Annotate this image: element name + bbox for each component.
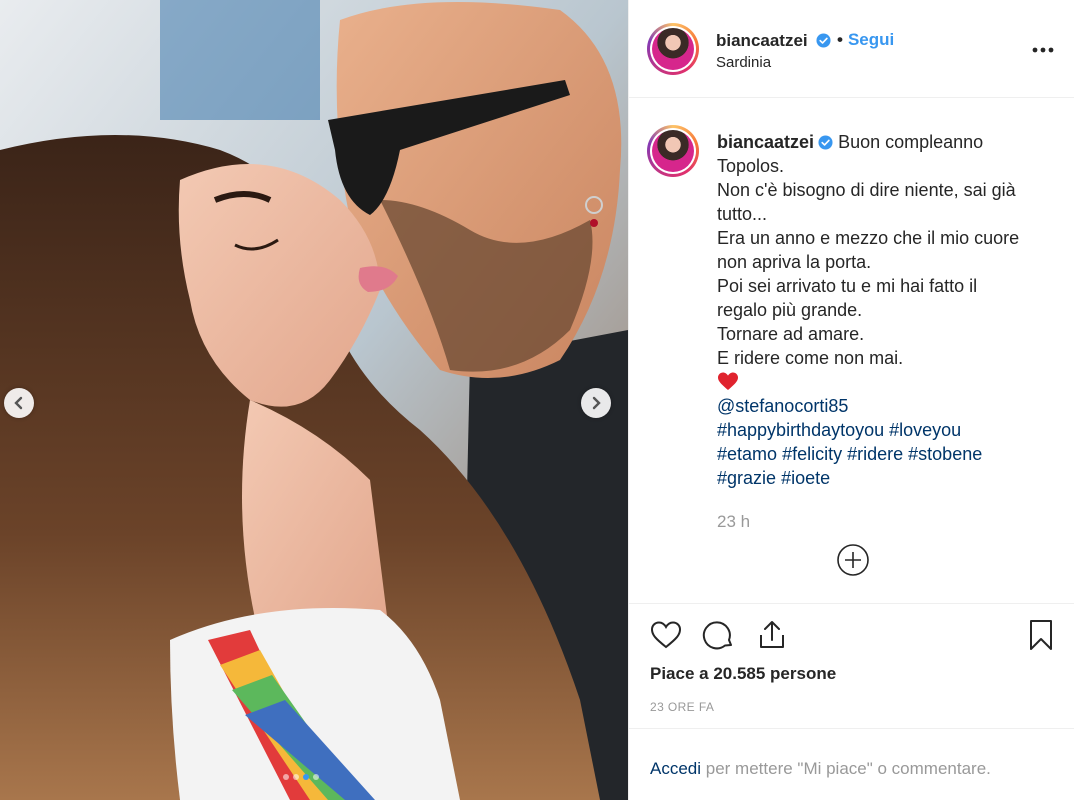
heart-icon[interactable] [649, 618, 683, 652]
action-bar [629, 604, 1074, 664]
caption-line: Non c'è bisogno di dire niente, sai già [717, 180, 1016, 200]
caption-line: non apriva la porta. [717, 252, 872, 272]
post-side-panel: biancaatzei • Segui Sardinia biancaatzei … [628, 0, 1074, 800]
post-image [0, 0, 628, 800]
follow-button[interactable]: • Segui [837, 30, 894, 50]
follow-separator: • [837, 30, 843, 49]
chevron-right-icon [592, 396, 601, 410]
mention-link[interactable]: @stefanocorti85 [717, 396, 848, 416]
comments-section: biancaatzei Buon compleanno Topolos. Non… [629, 98, 1074, 604]
comment-icon[interactable] [702, 618, 736, 652]
carousel-dot-active [303, 774, 309, 780]
verified-badge-icon [816, 33, 831, 48]
verified-badge-icon [818, 135, 833, 150]
carousel-indicator [283, 774, 319, 780]
hashtag-link[interactable]: #grazie [717, 468, 776, 488]
post-caption: biancaatzei Buon compleanno Topolos. Non… [717, 130, 1047, 490]
hashtag-link[interactable]: #stobene [908, 444, 982, 464]
caption-line: Topolos. [717, 156, 785, 176]
red-heart-emoji-icon [718, 372, 738, 390]
caption-line: Tornare ad amare. [717, 324, 865, 344]
follow-label: Segui [847, 30, 895, 49]
avatar[interactable] [647, 125, 699, 177]
caption-line: tutto... [717, 204, 768, 224]
caption-line: Era un anno e mezzo che il mio cuore [717, 228, 1020, 248]
hashtag-link[interactable]: #etamo [717, 444, 777, 464]
likes-count[interactable]: Piace a 20.585 persone [650, 664, 836, 684]
login-prompt-bar: Accedi per mettere "Mi piace" o commenta… [629, 728, 1074, 800]
hashtag-link[interactable]: #felicity [782, 444, 842, 464]
caption-username[interactable]: biancaatzei [717, 132, 814, 152]
hashtag-link[interactable]: #loveyou [889, 420, 961, 440]
header-username[interactable]: biancaatzei [716, 31, 808, 51]
avatar[interactable] [647, 23, 699, 75]
carousel-prev-button[interactable] [4, 388, 34, 418]
hashtag-link[interactable]: #ioete [781, 468, 830, 488]
carousel-dot [313, 774, 319, 780]
carousel-dot [283, 774, 289, 780]
post-photo[interactable] [0, 0, 628, 800]
location-link[interactable]: Sardinia [716, 54, 771, 71]
plus-circle-icon[interactable] [836, 543, 870, 577]
more-options-icon[interactable] [1031, 40, 1055, 60]
comment-timestamp[interactable]: 23 h [717, 512, 750, 532]
post-header: biancaatzei • Segui Sardinia [629, 0, 1074, 98]
hashtag-link[interactable]: #ridere [847, 444, 903, 464]
carousel-next-button[interactable] [581, 388, 611, 418]
bookmark-icon[interactable] [1024, 618, 1058, 652]
post-timestamp[interactable]: 23 ORE FA [650, 700, 714, 714]
login-link[interactable]: Accedi [650, 759, 701, 778]
caption-line: E ridere come non mai. [717, 348, 904, 368]
caption-line: regalo più grande. [717, 300, 863, 320]
hashtag-link[interactable]: #happybirthdaytoyou [717, 420, 884, 440]
carousel-dot [293, 774, 299, 780]
caption-line: Poi sei arrivato tu e mi hai fatto il [717, 276, 978, 296]
chevron-left-icon [14, 396, 23, 410]
login-prompt-text: per mettere "Mi piace" o commentare. [701, 759, 991, 778]
login-prompt: Accedi per mettere "Mi piace" o commenta… [650, 759, 991, 779]
share-icon[interactable] [755, 618, 789, 652]
caption-line: Buon compleanno [838, 132, 984, 152]
